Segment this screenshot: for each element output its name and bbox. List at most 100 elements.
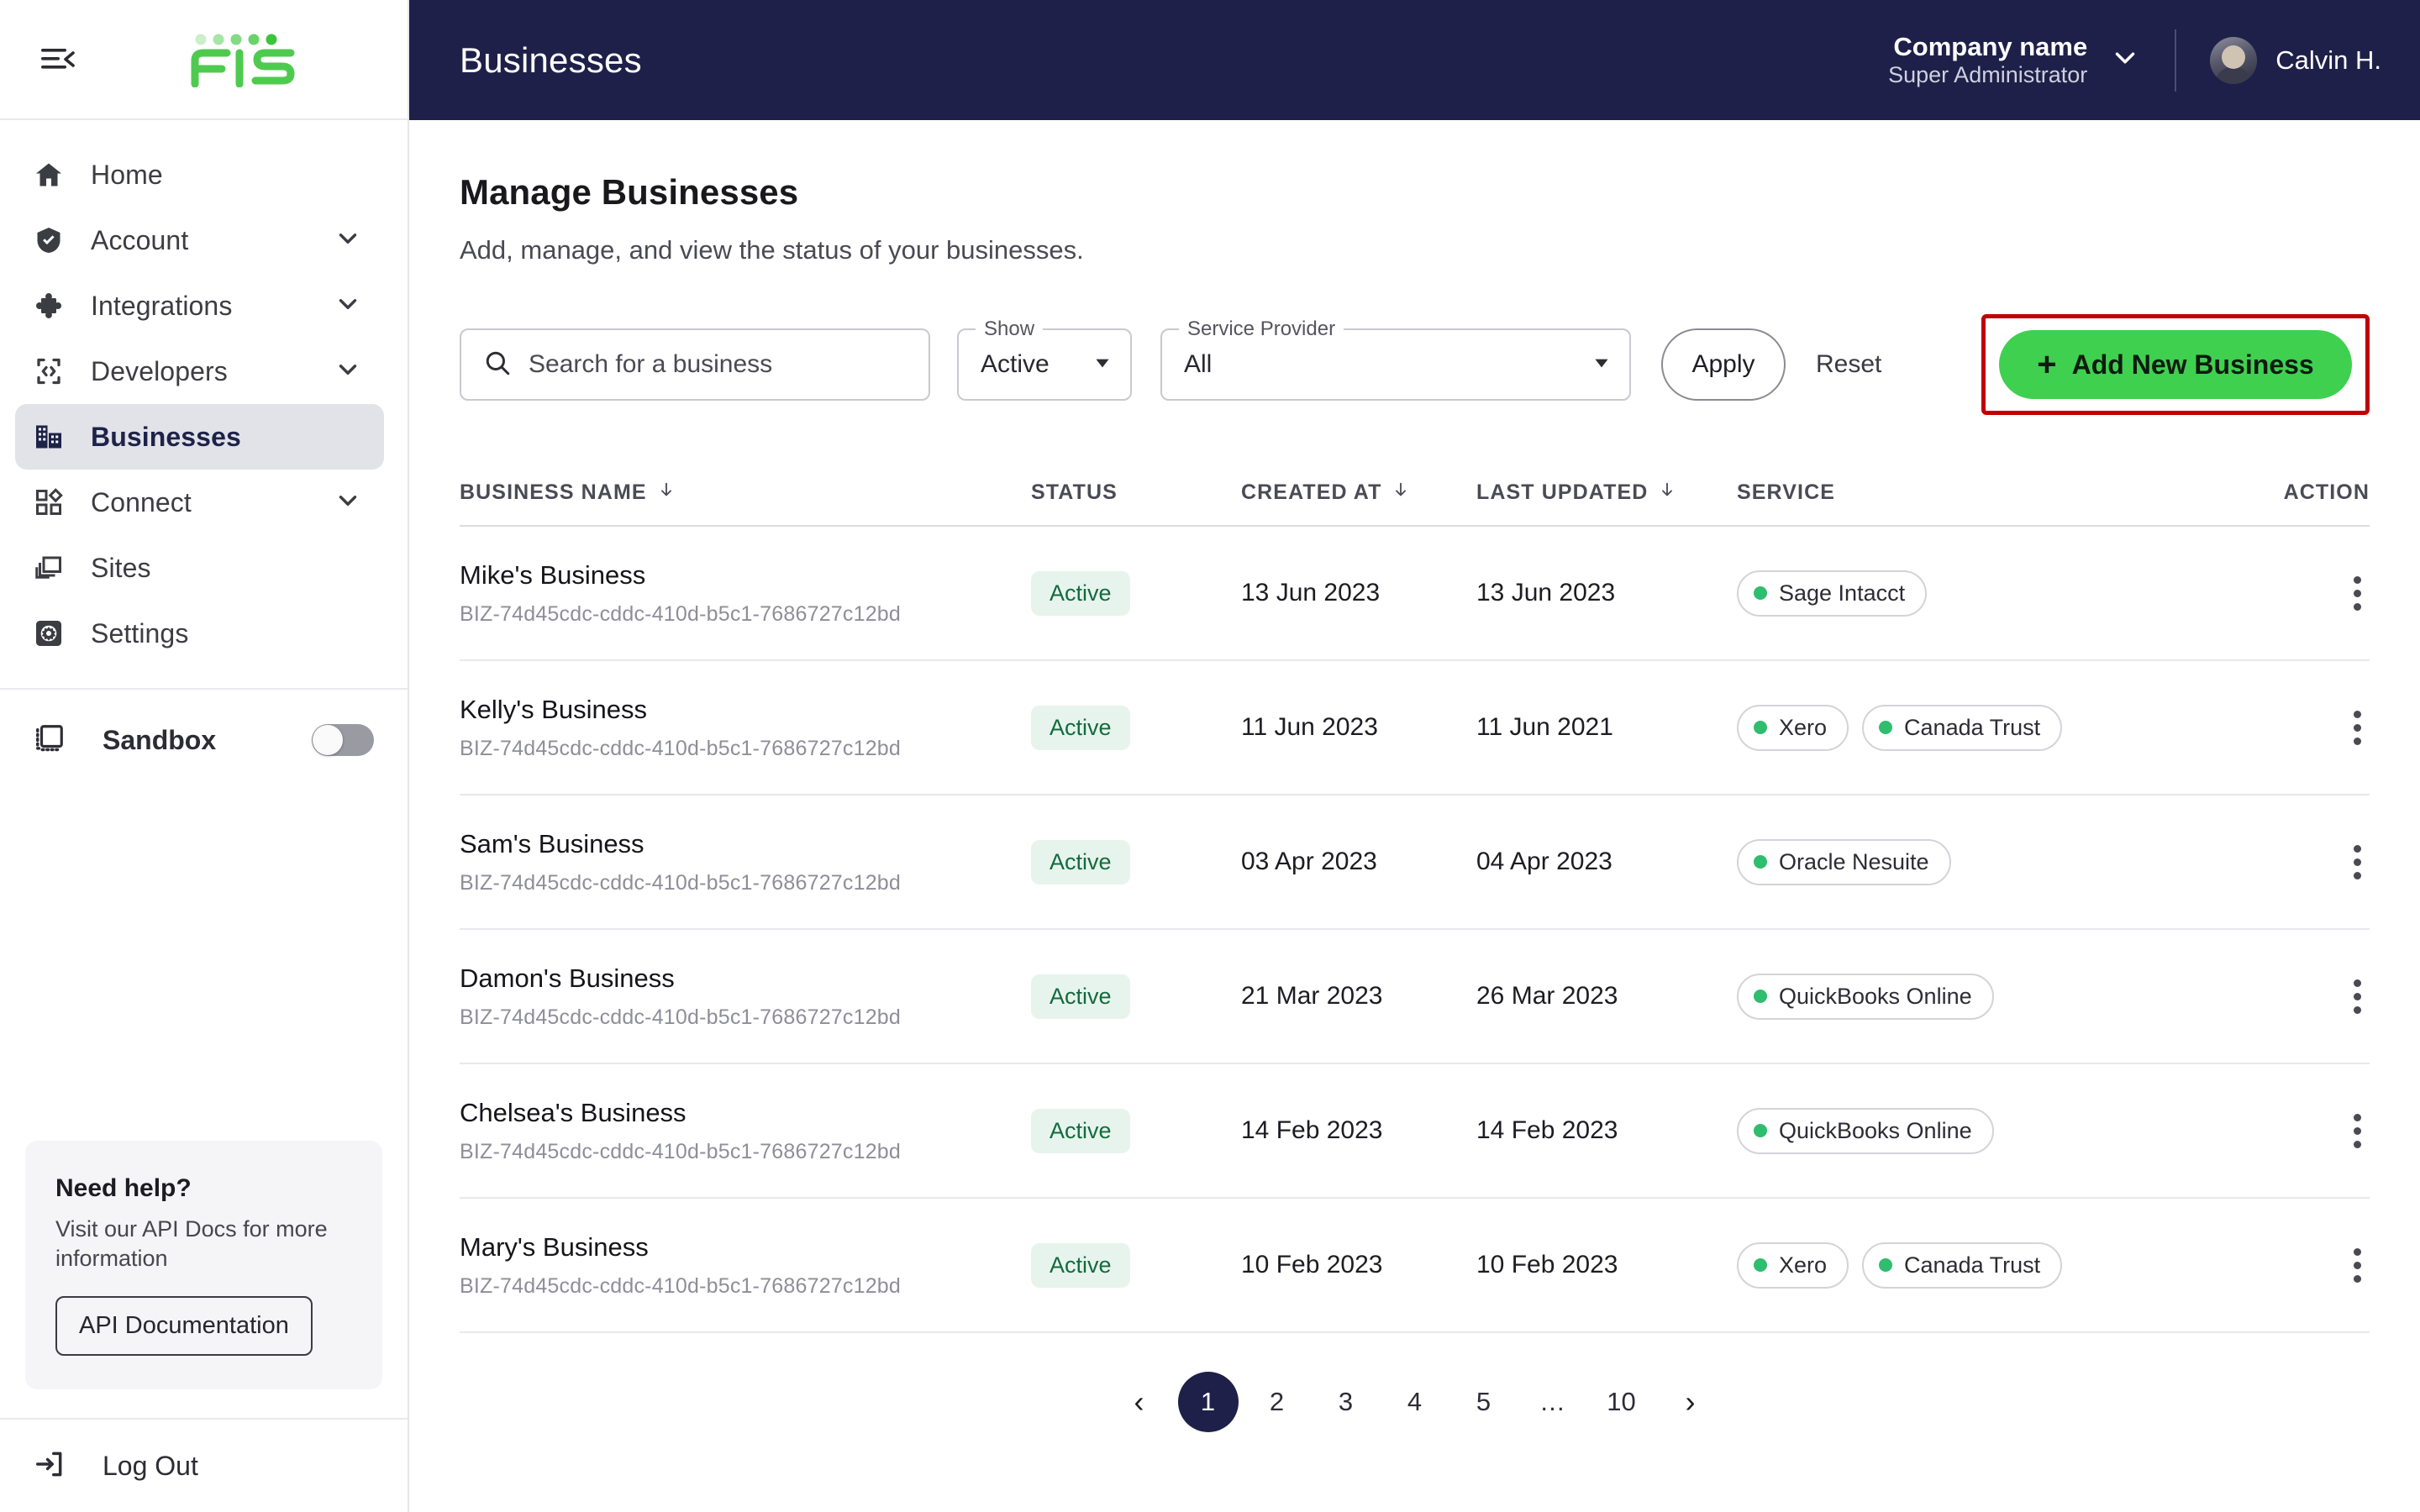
sandbox-toggle-row[interactable]: Sandbox <box>0 700 408 780</box>
kebab-menu-icon[interactable] <box>2345 568 2370 619</box>
kebab-menu-icon[interactable] <box>2345 1240 2370 1291</box>
pagination-page-4[interactable]: 4 <box>1385 1372 1445 1432</box>
column-header-service: SERVICE <box>1737 480 2244 505</box>
help-title: Need help? <box>55 1173 192 1202</box>
service-chip[interactable]: Sage Intacct <box>1737 570 1928 617</box>
chevron-down-icon[interactable] <box>2109 42 2141 78</box>
sort-arrow-down-icon[interactable] <box>657 480 676 505</box>
business-id: BIZ-74d45cdc-cddc-410d-b5c1-7686727c12bd <box>460 601 902 626</box>
service-chip[interactable]: Xero <box>1737 704 1849 751</box>
reset-button[interactable]: Reset <box>1816 350 1881 379</box>
table-row[interactable]: Damon's Business BIZ-74d45cdc-cddc-410d-… <box>460 930 2370 1064</box>
status-dot-icon <box>1754 721 1767 734</box>
action-cell <box>2244 971 2370 1022</box>
chevron-down-icon[interactable] <box>334 224 362 257</box>
service-chip[interactable]: Canada Trust <box>1862 1242 2063 1289</box>
kebab-menu-icon[interactable] <box>2345 837 2370 888</box>
status-badge: Active <box>1031 570 1130 616</box>
service-chip[interactable]: QuickBooks Online <box>1737 973 1994 1020</box>
sidebar-item-settings[interactable]: Settings <box>15 601 384 666</box>
page-subtitle: Add, manage, and view the status of your… <box>460 235 1084 265</box>
status-dot-icon <box>1879 721 1893 734</box>
table-row[interactable]: Chelsea's Business BIZ-74d45cdc-cddc-410… <box>460 1064 2370 1199</box>
sandbox-toggle-switch[interactable] <box>312 724 374 756</box>
sidebar: Home Account Integrations Developers Bus… <box>0 0 409 1512</box>
logout-button[interactable]: Log Out <box>0 1420 408 1512</box>
search-input[interactable] <box>529 350 907 379</box>
pagination-page-10[interactable]: 10 <box>1591 1372 1652 1432</box>
last-updated-cell: 13 Jun 2023 <box>1476 579 1616 606</box>
pagination-page-5[interactable]: 5 <box>1454 1372 1514 1432</box>
service-provider-value: All <box>1184 350 1213 378</box>
api-documentation-button[interactable]: API Documentation <box>55 1296 313 1356</box>
column-header-business-name[interactable]: BUSINESS NAME <box>460 480 1031 505</box>
table-row[interactable]: Kelly's Business BIZ-74d45cdc-cddc-410d-… <box>460 661 2370 795</box>
service-chip[interactable]: Canada Trust <box>1862 704 2063 751</box>
column-header-created-at[interactable]: CREATED AT <box>1241 480 1476 505</box>
home-icon <box>34 160 77 190</box>
table-row[interactable]: Sam's Business BIZ-74d45cdc-cddc-410d-b5… <box>460 795 2370 930</box>
main-content: Manage Businesses Add, manage, and view … <box>409 120 2420 1512</box>
chevron-down-icon[interactable] <box>334 290 362 323</box>
action-cell <box>2244 702 2370 753</box>
created-at-cell: 11 Jun 2023 <box>1241 713 1378 741</box>
kebab-menu-icon[interactable] <box>2345 1105 2370 1157</box>
company-switcher[interactable]: Company name Super Administrator <box>1888 32 2087 88</box>
column-header-action: ACTION <box>2244 480 2370 505</box>
search-box[interactable] <box>460 328 930 401</box>
table-row[interactable]: Mary's Business BIZ-74d45cdc-cddc-410d-b… <box>460 1199 2370 1333</box>
kebab-menu-icon[interactable] <box>2345 971 2370 1022</box>
user-menu[interactable]: Calvin H. <box>2210 36 2381 84</box>
sidebar-item-account[interactable]: Account <box>15 207 384 273</box>
chevron-down-icon[interactable] <box>334 355 362 388</box>
collapse-menu-icon[interactable] <box>35 37 81 82</box>
chevron-down-icon[interactable] <box>1591 352 1612 378</box>
apply-button[interactable]: Apply <box>1661 328 1786 401</box>
sort-arrow-down-icon[interactable] <box>1658 480 1676 505</box>
status-badge: Active <box>1031 705 1130 750</box>
chevron-down-icon[interactable] <box>1092 352 1113 378</box>
service-provider-select[interactable]: Service Provider All <box>1160 318 1631 401</box>
chevron-left-icon[interactable]: ‹ <box>1109 1372 1170 1432</box>
business-name-cell: Mike's Business BIZ-74d45cdc-cddc-410d-b… <box>460 560 1031 627</box>
show-filter-value: Active <box>981 350 1050 378</box>
last-updated-cell: 26 Mar 2023 <box>1476 982 1618 1010</box>
status-dot-icon <box>1754 990 1767 1003</box>
service-chip[interactable]: Oracle Nesuite <box>1737 838 1951 885</box>
shield-check-icon <box>34 225 77 255</box>
table-row[interactable]: Mike's Business BIZ-74d45cdc-cddc-410d-b… <box>460 527 2370 661</box>
business-name: Mike's Business <box>460 559 646 590</box>
sidebar-nav: Home Account Integrations Developers Bus… <box>0 120 408 666</box>
sidebar-item-home[interactable]: Home <box>15 142 384 207</box>
toggle-knob <box>313 725 343 755</box>
sidebar-item-label: Connect <box>91 486 192 517</box>
sidebar-item-connect[interactable]: Connect <box>15 470 384 535</box>
sidebar-item-businesses[interactable]: Businesses <box>15 404 384 470</box>
fis-logo[interactable] <box>155 32 297 87</box>
sidebar-item-developers[interactable]: Developers <box>15 339 384 404</box>
chevron-down-icon[interactable] <box>334 486 362 519</box>
pagination-page-2[interactable]: 2 <box>1247 1372 1307 1432</box>
service-chip[interactable]: QuickBooks Online <box>1737 1107 1994 1154</box>
show-filter-select[interactable]: Show Active <box>957 318 1132 401</box>
kebab-menu-icon[interactable] <box>2345 702 2370 753</box>
filter-bar: Show Active Service Provider All Apply R… <box>460 314 2370 415</box>
add-new-business-button[interactable]: + Add New Business <box>1999 330 2352 399</box>
pagination-page-1[interactable]: 1 <box>1177 1372 1239 1432</box>
last-updated-cell: 14 Feb 2023 <box>1476 1116 1618 1144</box>
created-at-cell: 03 Apr 2023 <box>1241 848 1377 875</box>
column-header-last-updated[interactable]: LAST UPDATED <box>1476 480 1737 505</box>
chevron-right-icon[interactable]: › <box>1660 1372 1721 1432</box>
sidebar-item-integrations[interactable]: Integrations <box>15 273 384 339</box>
sidebar-item-sites[interactable]: Sites <box>15 535 384 601</box>
sidebar-item-label: Developers <box>91 355 228 386</box>
service-chip[interactable]: Xero <box>1737 1242 1849 1289</box>
sort-arrow-down-icon[interactable] <box>1392 480 1410 505</box>
business-id: BIZ-74d45cdc-cddc-410d-b5c1-7686727c12bd <box>460 1139 902 1163</box>
business-name: Mary's Business <box>460 1231 649 1262</box>
pagination-page-3[interactable]: 3 <box>1316 1372 1376 1432</box>
business-name-cell: Kelly's Business BIZ-74d45cdc-cddc-410d-… <box>460 695 1031 761</box>
status-cell: Active <box>1031 974 1241 1019</box>
service-chip-label: Oracle Nesuite <box>1779 848 1929 874</box>
status-badge: Active <box>1031 1242 1130 1288</box>
